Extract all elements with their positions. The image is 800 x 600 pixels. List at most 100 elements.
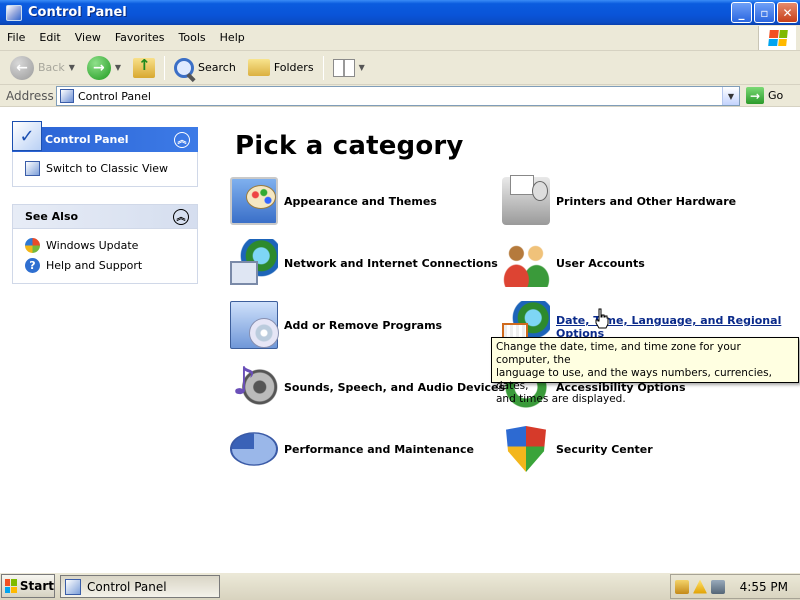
windows-update-icon [25,237,40,253]
tray-warning-icon[interactable] [693,579,707,594]
category-label: Appearance and Themes [284,194,437,208]
sounds-icon [230,359,278,411]
classic-view-icon [25,160,40,176]
search-label: Search [198,61,236,74]
toolbar: ← Back ▼ → ▼ Search Folders ▼ [0,51,800,85]
category-label: Add or Remove Programs [284,318,443,332]
menu-file[interactable]: File [0,31,32,44]
tray-network-icon[interactable] [675,579,689,594]
clock[interactable]: 4:55 PM [740,580,788,594]
title-bar[interactable]: Control Panel _ ▫ ✕ [0,0,800,25]
search-icon [174,57,195,78]
category-performance[interactable]: Performance and Maintenance [230,423,474,475]
switch-classic-view-label: Switch to Classic View [46,161,169,175]
appearance-themes-icon [230,177,278,225]
category-appearance-themes[interactable]: Appearance and Themes [230,175,437,227]
views-button[interactable]: ▼ [327,53,371,83]
category-network[interactable]: Network and Internet Connections [230,237,498,289]
category-label: Printers and Other Hardware [556,194,737,208]
category-label: Sounds, Speech, and Audio Devices [284,380,506,394]
windows-update-label: Windows Update [46,238,139,252]
taskbar: Start Control Panel 4:55 PM [0,572,800,600]
forward-arrow-icon: → [86,55,111,80]
control-panel-body: Switch to Classic View [12,152,198,187]
back-arrow-icon: ← [10,55,34,80]
address-field[interactable]: Control Panel ▼ [56,86,740,106]
tooltip-line: Change the date, time, and time zone for… [496,341,741,366]
views-dropdown-icon[interactable]: ▼ [359,63,365,72]
system-tray: 4:55 PM [670,574,800,599]
folders-label: Folders [273,61,314,74]
hand-cursor-icon [595,308,609,329]
address-bar: Address Control Panel ▼ → Go [0,85,800,107]
folders-button[interactable]: Folders [242,53,320,83]
go-label: Go [768,89,784,102]
start-button[interactable]: Start [1,574,55,598]
printer-icon [502,175,550,225]
menu-bar: File Edit View Favorites Tools Help [0,25,800,51]
maximize-button[interactable]: ▫ [754,2,775,23]
control-panel-icon [6,4,22,21]
back-label: Back [38,61,65,74]
back-dropdown-icon[interactable]: ▼ [69,63,75,72]
category-user-accounts[interactable]: User Accounts [502,237,645,289]
menu-tools[interactable]: Tools [172,31,213,44]
toolbar-separator [322,55,324,80]
folders-icon [247,59,270,76]
tooltip-line: and times are displayed. [496,393,626,405]
category-add-remove-programs[interactable]: Add or Remove Programs [230,299,442,351]
close-button[interactable]: ✕ [777,2,798,23]
control-panel-icon [65,578,81,595]
page-title: Pick a category [235,131,464,161]
address-dropdown-icon[interactable]: ▼ [722,87,739,105]
menu-edit[interactable]: Edit [32,31,67,44]
menu-favorites[interactable]: Favorites [108,31,172,44]
start-label: Start [19,579,54,593]
tooltip-line: language to use, and the ways numbers, c… [496,367,772,392]
up-folder-button[interactable] [127,53,161,83]
network-icon [230,239,278,287]
control-panel-header[interactable]: ✓ Control Panel ︽ [12,121,198,152]
back-button[interactable]: ← Back ▼ [4,53,81,83]
tooltip: Change the date, time, and time zone for… [491,337,799,405]
taskbar-item-label: Control Panel [87,579,167,594]
tray-volume-icon[interactable] [711,579,725,594]
switch-classic-view-link[interactable]: Switch to Classic View [25,158,187,178]
taskbar-item-control-panel[interactable]: Control Panel [60,575,220,598]
category-label: Security Center [556,442,653,456]
go-arrow-icon: → [746,87,764,104]
address-value[interactable]: Control Panel [78,90,151,103]
window-title: Control Panel [28,5,127,20]
views-icon [332,58,355,77]
checkmark-icon: ✓ [12,121,42,151]
category-label: User Accounts [556,256,645,270]
see-also-box: See Also ︽ Windows Update ? Help and Sup… [12,204,198,284]
menu-help[interactable]: Help [213,31,252,44]
forward-button[interactable]: → ▼ [81,53,127,83]
user-accounts-icon [502,239,550,287]
see-also-header[interactable]: See Also ︽ [12,204,198,229]
windows-flag-icon [5,579,17,593]
security-center-icon [506,426,546,472]
control-panel-icon [60,89,74,103]
category-security-center[interactable]: Security Center [502,423,653,475]
windows-update-link[interactable]: Windows Update [25,235,187,255]
category-printers[interactable]: Printers and Other Hardware [502,175,736,227]
up-folder-icon [133,56,156,78]
help-support-link[interactable]: ? Help and Support [25,255,187,275]
category-label: Performance and Maintenance [284,442,474,456]
performance-icon [230,432,278,466]
menu-view[interactable]: View [68,31,108,44]
windows-logo [758,26,796,50]
go-button[interactable]: → Go [746,87,783,104]
collapse-icon[interactable]: ︽ [173,208,189,225]
help-icon: ? [25,257,40,273]
minimize-button[interactable]: _ [731,2,752,23]
task-pane: ✓ Control Panel ︽ Switch to Classic View… [0,107,210,572]
search-button[interactable]: Search [168,53,242,83]
forward-dropdown-icon[interactable]: ▼ [115,63,121,72]
window-controls: _ ▫ ✕ [731,2,798,23]
see-also-title: See Also [25,210,79,223]
collapse-icon[interactable]: ︽ [174,131,190,148]
category-sounds[interactable]: Sounds, Speech, and Audio Devices [230,359,506,413]
